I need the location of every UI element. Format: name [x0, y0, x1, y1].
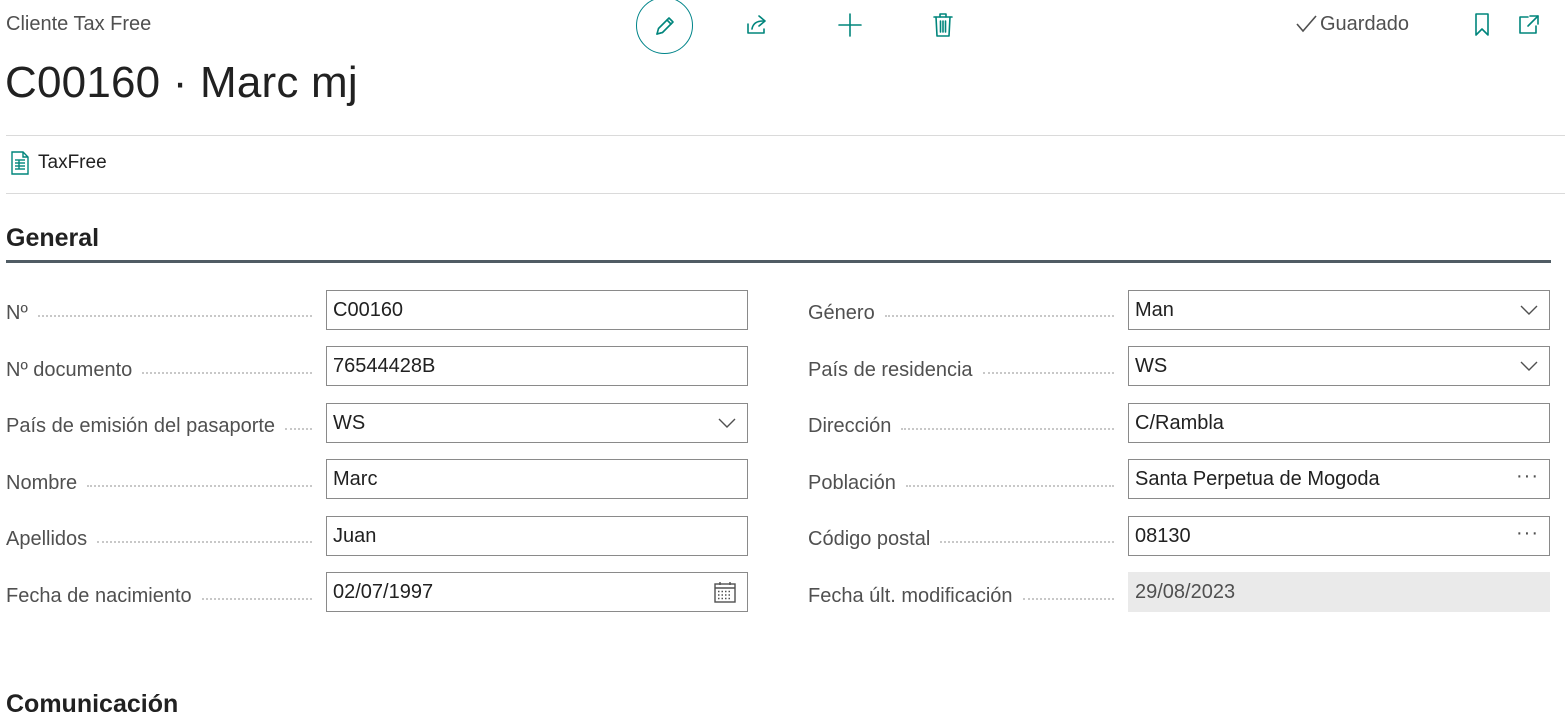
- saved-status: Guardado: [1294, 12, 1409, 36]
- field-label-passport-country: País de emisión del pasaporte: [6, 413, 312, 439]
- field-label-birth-date: Fecha de nacimiento: [6, 583, 312, 609]
- passport-country-dropdown[interactable]: WS: [326, 403, 748, 443]
- page-title: C00160 · Marc mj: [5, 58, 358, 107]
- address-field[interactable]: C/Rambla: [1128, 403, 1550, 443]
- chevron-down-icon: [1520, 305, 1538, 315]
- field-label-last-modified: Fecha últ. modificación: [808, 583, 1114, 609]
- postal-code-field[interactable]: 08130 ···: [1128, 516, 1550, 556]
- last-name-field[interactable]: Juan: [326, 516, 748, 556]
- taxfree-action-label: TaxFree: [38, 152, 107, 173]
- lookup-ellipsis-icon[interactable]: ···: [1516, 522, 1539, 545]
- trash-icon: [933, 13, 953, 37]
- field-label-first-name: Nombre: [6, 470, 312, 496]
- lookup-ellipsis-icon[interactable]: ···: [1516, 465, 1539, 488]
- first-name-field[interactable]: Marc: [326, 459, 748, 499]
- page-type-caption: Cliente Tax Free: [6, 13, 152, 35]
- residence-country-dropdown[interactable]: WS: [1128, 346, 1550, 386]
- section-title-general[interactable]: General: [6, 224, 99, 253]
- edit-button[interactable]: [636, 0, 693, 54]
- document-no-field[interactable]: 76544428B: [326, 346, 748, 386]
- field-label-gender: Género: [808, 300, 1114, 326]
- document-report-icon: [11, 151, 29, 175]
- chevron-down-icon: [718, 418, 736, 428]
- section-title-comunicacion[interactable]: Comunicación: [6, 690, 178, 719]
- plus-icon: [838, 13, 862, 37]
- field-label-last-name: Apellidos: [6, 526, 312, 552]
- open-new-window-button[interactable]: [1512, 8, 1546, 42]
- new-button[interactable]: [833, 8, 867, 42]
- birth-date-field[interactable]: 02/07/1997: [326, 572, 748, 612]
- share-icon: [747, 15, 766, 34]
- no-field[interactable]: C00160: [326, 290, 748, 330]
- taxfree-action[interactable]: TaxFree: [8, 150, 107, 176]
- last-modified-field: 29/08/2023: [1128, 572, 1550, 612]
- field-label-city: Población: [808, 470, 1114, 496]
- delete-button[interactable]: [926, 8, 960, 42]
- field-label-residence-country: País de residencia: [808, 357, 1114, 383]
- bookmark-icon: [1475, 13, 1489, 36]
- field-label-no: Nº: [6, 300, 312, 326]
- page-header: Cliente Tax Free Guardado: [0, 0, 1565, 54]
- section-rule: [6, 260, 1551, 263]
- checkmark-icon: [1296, 15, 1317, 33]
- bookmark-button[interactable]: [1468, 8, 1496, 42]
- field-label-address: Dirección: [808, 413, 1114, 439]
- saved-status-label: Guardado: [1320, 12, 1409, 35]
- open-in-new-window-icon: [1519, 15, 1539, 34]
- divider: [6, 135, 1565, 136]
- calendar-icon[interactable]: [713, 580, 737, 604]
- field-label-document-no: Nº documento: [6, 357, 312, 383]
- pencil-icon: [655, 16, 674, 35]
- field-label-postal-code: Código postal: [808, 526, 1114, 552]
- divider: [6, 193, 1565, 194]
- share-button[interactable]: [740, 8, 774, 42]
- city-field[interactable]: Santa Perpetua de Mogoda ···: [1128, 459, 1550, 499]
- chevron-down-icon: [1520, 361, 1538, 371]
- gender-dropdown[interactable]: Man: [1128, 290, 1550, 330]
